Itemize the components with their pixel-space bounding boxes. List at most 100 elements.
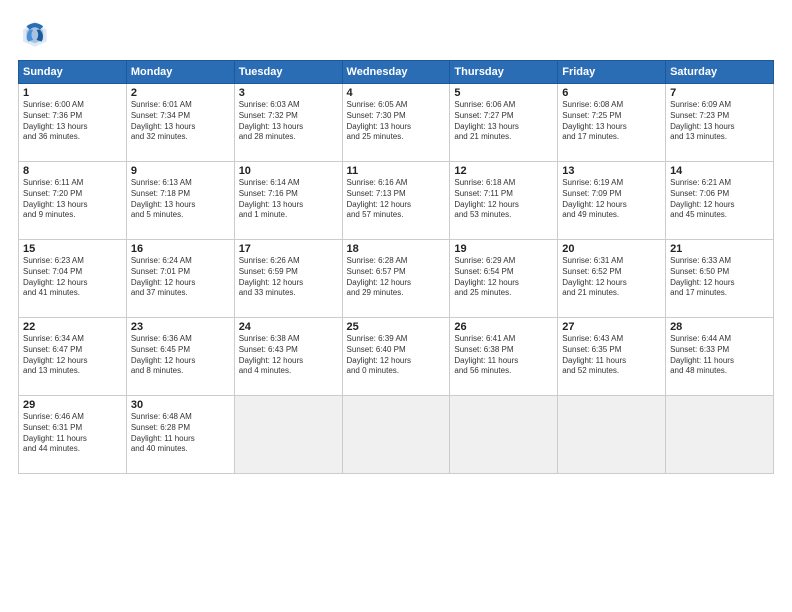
column-header-friday: Friday: [558, 61, 666, 84]
calendar-cell: 30Sunrise: 6:48 AMSunset: 6:28 PMDayligh…: [126, 396, 234, 474]
day-number: 26: [454, 321, 553, 333]
day-info: Sunrise: 6:03 AMSunset: 7:32 PMDaylight:…: [239, 100, 338, 143]
calendar-cell: 12Sunrise: 6:18 AMSunset: 7:11 PMDayligh…: [450, 162, 558, 240]
calendar-cell: 16Sunrise: 6:24 AMSunset: 7:01 PMDayligh…: [126, 240, 234, 318]
day-info: Sunrise: 6:44 AMSunset: 6:33 PMDaylight:…: [670, 334, 769, 377]
day-info: Sunrise: 6:05 AMSunset: 7:30 PMDaylight:…: [347, 100, 446, 143]
day-number: 4: [347, 87, 446, 99]
day-info: Sunrise: 6:16 AMSunset: 7:13 PMDaylight:…: [347, 178, 446, 221]
day-info: Sunrise: 6:48 AMSunset: 6:28 PMDaylight:…: [131, 412, 230, 455]
calendar-cell: 9Sunrise: 6:13 AMSunset: 7:18 PMDaylight…: [126, 162, 234, 240]
day-info: Sunrise: 6:41 AMSunset: 6:38 PMDaylight:…: [454, 334, 553, 377]
day-info: Sunrise: 6:13 AMSunset: 7:18 PMDaylight:…: [131, 178, 230, 221]
day-number: 5: [454, 87, 553, 99]
day-info: Sunrise: 6:36 AMSunset: 6:45 PMDaylight:…: [131, 334, 230, 377]
day-info: Sunrise: 6:33 AMSunset: 6:50 PMDaylight:…: [670, 256, 769, 299]
day-info: Sunrise: 6:28 AMSunset: 6:57 PMDaylight:…: [347, 256, 446, 299]
logo: [18, 18, 54, 50]
column-header-wednesday: Wednesday: [342, 61, 450, 84]
day-number: 13: [562, 165, 661, 177]
calendar-header-row: SundayMondayTuesdayWednesdayThursdayFrid…: [19, 61, 774, 84]
calendar-week-row: 22Sunrise: 6:34 AMSunset: 6:47 PMDayligh…: [19, 318, 774, 396]
calendar-cell: 25Sunrise: 6:39 AMSunset: 6:40 PMDayligh…: [342, 318, 450, 396]
day-info: Sunrise: 6:26 AMSunset: 6:59 PMDaylight:…: [239, 256, 338, 299]
day-info: Sunrise: 6:06 AMSunset: 7:27 PMDaylight:…: [454, 100, 553, 143]
calendar-cell: 7Sunrise: 6:09 AMSunset: 7:23 PMDaylight…: [666, 84, 774, 162]
day-number: 29: [23, 399, 122, 411]
calendar-cell: 29Sunrise: 6:46 AMSunset: 6:31 PMDayligh…: [19, 396, 127, 474]
day-number: 10: [239, 165, 338, 177]
day-info: Sunrise: 6:08 AMSunset: 7:25 PMDaylight:…: [562, 100, 661, 143]
calendar-cell: 18Sunrise: 6:28 AMSunset: 6:57 PMDayligh…: [342, 240, 450, 318]
calendar-cell: 11Sunrise: 6:16 AMSunset: 7:13 PMDayligh…: [342, 162, 450, 240]
calendar-cell: 26Sunrise: 6:41 AMSunset: 6:38 PMDayligh…: [450, 318, 558, 396]
calendar-week-row: 1Sunrise: 6:00 AMSunset: 7:36 PMDaylight…: [19, 84, 774, 162]
day-number: 14: [670, 165, 769, 177]
day-info: Sunrise: 6:38 AMSunset: 6:43 PMDaylight:…: [239, 334, 338, 377]
day-info: Sunrise: 6:18 AMSunset: 7:11 PMDaylight:…: [454, 178, 553, 221]
calendar-cell: [450, 396, 558, 474]
column-header-thursday: Thursday: [450, 61, 558, 84]
logo-icon: [18, 18, 50, 50]
day-info: Sunrise: 6:43 AMSunset: 6:35 PMDaylight:…: [562, 334, 661, 377]
calendar-cell: 21Sunrise: 6:33 AMSunset: 6:50 PMDayligh…: [666, 240, 774, 318]
day-number: 1: [23, 87, 122, 99]
calendar-cell: 23Sunrise: 6:36 AMSunset: 6:45 PMDayligh…: [126, 318, 234, 396]
day-number: 2: [131, 87, 230, 99]
header: [18, 18, 774, 50]
day-number: 8: [23, 165, 122, 177]
day-info: Sunrise: 6:23 AMSunset: 7:04 PMDaylight:…: [23, 256, 122, 299]
calendar-cell: 14Sunrise: 6:21 AMSunset: 7:06 PMDayligh…: [666, 162, 774, 240]
column-header-saturday: Saturday: [666, 61, 774, 84]
day-info: Sunrise: 6:39 AMSunset: 6:40 PMDaylight:…: [347, 334, 446, 377]
calendar-cell: 1Sunrise: 6:00 AMSunset: 7:36 PMDaylight…: [19, 84, 127, 162]
calendar-cell: 17Sunrise: 6:26 AMSunset: 6:59 PMDayligh…: [234, 240, 342, 318]
page: SundayMondayTuesdayWednesdayThursdayFrid…: [0, 0, 792, 612]
day-number: 12: [454, 165, 553, 177]
day-info: Sunrise: 6:11 AMSunset: 7:20 PMDaylight:…: [23, 178, 122, 221]
day-number: 21: [670, 243, 769, 255]
calendar-cell: 20Sunrise: 6:31 AMSunset: 6:52 PMDayligh…: [558, 240, 666, 318]
day-info: Sunrise: 6:34 AMSunset: 6:47 PMDaylight:…: [23, 334, 122, 377]
calendar-cell: [342, 396, 450, 474]
calendar-cell: 28Sunrise: 6:44 AMSunset: 6:33 PMDayligh…: [666, 318, 774, 396]
calendar-table: SundayMondayTuesdayWednesdayThursdayFrid…: [18, 60, 774, 474]
column-header-monday: Monday: [126, 61, 234, 84]
day-info: Sunrise: 6:19 AMSunset: 7:09 PMDaylight:…: [562, 178, 661, 221]
day-number: 24: [239, 321, 338, 333]
calendar-cell: [234, 396, 342, 474]
calendar-cell: 3Sunrise: 6:03 AMSunset: 7:32 PMDaylight…: [234, 84, 342, 162]
day-info: Sunrise: 6:31 AMSunset: 6:52 PMDaylight:…: [562, 256, 661, 299]
day-number: 3: [239, 87, 338, 99]
column-header-sunday: Sunday: [19, 61, 127, 84]
day-number: 16: [131, 243, 230, 255]
day-info: Sunrise: 6:14 AMSunset: 7:16 PMDaylight:…: [239, 178, 338, 221]
calendar-cell: 4Sunrise: 6:05 AMSunset: 7:30 PMDaylight…: [342, 84, 450, 162]
day-info: Sunrise: 6:00 AMSunset: 7:36 PMDaylight:…: [23, 100, 122, 143]
calendar-week-row: 8Sunrise: 6:11 AMSunset: 7:20 PMDaylight…: [19, 162, 774, 240]
calendar-cell: 22Sunrise: 6:34 AMSunset: 6:47 PMDayligh…: [19, 318, 127, 396]
calendar-cell: [666, 396, 774, 474]
day-info: Sunrise: 6:09 AMSunset: 7:23 PMDaylight:…: [670, 100, 769, 143]
day-info: Sunrise: 6:21 AMSunset: 7:06 PMDaylight:…: [670, 178, 769, 221]
day-info: Sunrise: 6:01 AMSunset: 7:34 PMDaylight:…: [131, 100, 230, 143]
calendar-cell: 19Sunrise: 6:29 AMSunset: 6:54 PMDayligh…: [450, 240, 558, 318]
calendar-cell: 13Sunrise: 6:19 AMSunset: 7:09 PMDayligh…: [558, 162, 666, 240]
calendar-week-row: 15Sunrise: 6:23 AMSunset: 7:04 PMDayligh…: [19, 240, 774, 318]
calendar-cell: 8Sunrise: 6:11 AMSunset: 7:20 PMDaylight…: [19, 162, 127, 240]
day-number: 25: [347, 321, 446, 333]
calendar-cell: 24Sunrise: 6:38 AMSunset: 6:43 PMDayligh…: [234, 318, 342, 396]
day-number: 20: [562, 243, 661, 255]
day-number: 27: [562, 321, 661, 333]
day-number: 15: [23, 243, 122, 255]
day-number: 11: [347, 165, 446, 177]
calendar-cell: 6Sunrise: 6:08 AMSunset: 7:25 PMDaylight…: [558, 84, 666, 162]
day-number: 30: [131, 399, 230, 411]
calendar-cell: [558, 396, 666, 474]
day-info: Sunrise: 6:24 AMSunset: 7:01 PMDaylight:…: [131, 256, 230, 299]
calendar-cell: 5Sunrise: 6:06 AMSunset: 7:27 PMDaylight…: [450, 84, 558, 162]
day-number: 17: [239, 243, 338, 255]
calendar-cell: 2Sunrise: 6:01 AMSunset: 7:34 PMDaylight…: [126, 84, 234, 162]
day-number: 6: [562, 87, 661, 99]
day-number: 9: [131, 165, 230, 177]
